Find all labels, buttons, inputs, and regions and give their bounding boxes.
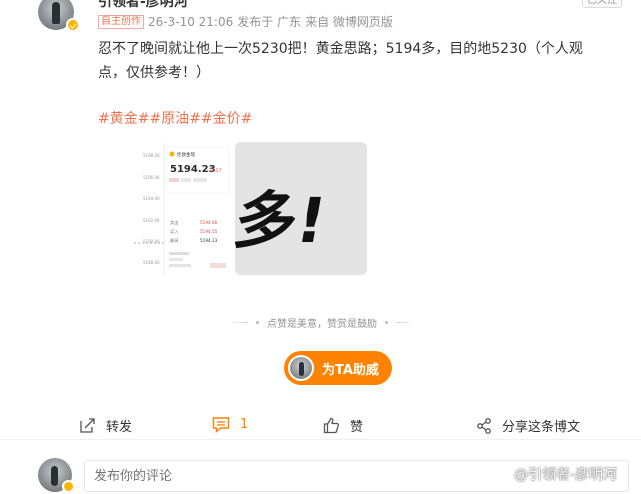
axis-label: 5192.00	[143, 218, 160, 223]
post-location: 发布于 广东	[237, 15, 302, 29]
verified-badge-icon	[62, 480, 75, 493]
divider-line	[230, 322, 248, 323]
share-action[interactable]: 分享这条博文	[476, 416, 580, 435]
forward-action[interactable]: 转发	[79, 416, 132, 435]
watermark: @引领者-彦明河	[514, 464, 617, 484]
axis-label: 5194.00	[143, 196, 160, 201]
quote-screenshot: 5198.00 5196.00 5194.00 5192.00 5190.00 …	[134, 142, 232, 275]
divider-line	[396, 322, 414, 323]
post-image-quote[interactable]: 5198.00 5196.00 5194.00 5192.00 5190.00 …	[134, 142, 232, 275]
post-meta: 自主创作 26-3-10 21:06 发布于 广东 来自 微博网页版	[98, 13, 393, 30]
thumbs-up-icon	[323, 417, 340, 434]
share-icon	[477, 417, 491, 434]
quote-name: 伦敦金现	[177, 151, 195, 158]
reward-divider: 点赞是美意，赞赏是鼓励	[230, 315, 414, 330]
quote-row-value: 5194.55	[200, 229, 218, 234]
action-bar: 转发 1 赞 分享这条博文	[0, 412, 641, 440]
quote-change: -17.57	[207, 168, 222, 174]
hashtag-links[interactable]: #黄金##原油##金价#	[98, 108, 252, 128]
quote-row-label: 最高	[170, 237, 178, 244]
quote-row-label: 卖出	[170, 219, 178, 226]
verified-badge-icon	[66, 18, 80, 32]
divider-dot	[256, 321, 259, 324]
watermark-text: @引领者-彦明河	[514, 467, 618, 483]
cheer-button[interactable]: 为TA助威	[284, 351, 392, 385]
post-text-line-2: 点，仅供参考！）	[98, 65, 210, 81]
cheer-avatar	[288, 355, 314, 381]
post-image-big-text[interactable]: 多!	[235, 142, 367, 275]
follow-button[interactable]: 已关注	[582, 0, 622, 8]
post-time[interactable]: 26-3-10 21:06	[148, 15, 233, 29]
author-name[interactable]: 引领者-彦明河	[98, 0, 188, 11]
big-text-image: 多!	[235, 142, 367, 275]
comment-action[interactable]: 1	[212, 416, 248, 433]
quote-row-label: 买入	[170, 228, 179, 235]
post-source: 来自 微博网页版	[305, 15, 393, 29]
self-created-tag: 自主创作	[98, 14, 144, 29]
cheer-label: 为TA助威	[322, 362, 379, 378]
axis-label: 5188.00	[143, 260, 160, 265]
like-action[interactable]: 赞	[323, 416, 363, 435]
axis-label: 5196.00	[143, 175, 160, 180]
axis-label: 5190.00	[143, 239, 160, 244]
forward-label: 转发	[106, 420, 133, 435]
comment-count: 1	[240, 417, 249, 432]
divider-dot	[385, 321, 388, 324]
forward-icon	[80, 418, 95, 433]
reward-text: 点赞是美意，赞赏是鼓励	[267, 319, 377, 330]
like-label: 赞	[350, 420, 364, 435]
quote-row-value: 5194.66	[200, 220, 218, 225]
quote-row-value: 5194.23	[200, 238, 218, 243]
post-text-line-1: 忍不了晚间就让他上一次5230把！黄金思路；5194多，目的地5230（个人观	[98, 41, 583, 57]
post-text: 忍不了晚间就让他上一次5230把！黄金思路；5194多，目的地5230（个人观 …	[98, 37, 628, 85]
comment-icon	[212, 417, 230, 433]
share-label: 分享这条博文	[502, 420, 581, 435]
big-character: 多!	[235, 184, 332, 256]
axis-label: 5198.00	[143, 153, 160, 158]
